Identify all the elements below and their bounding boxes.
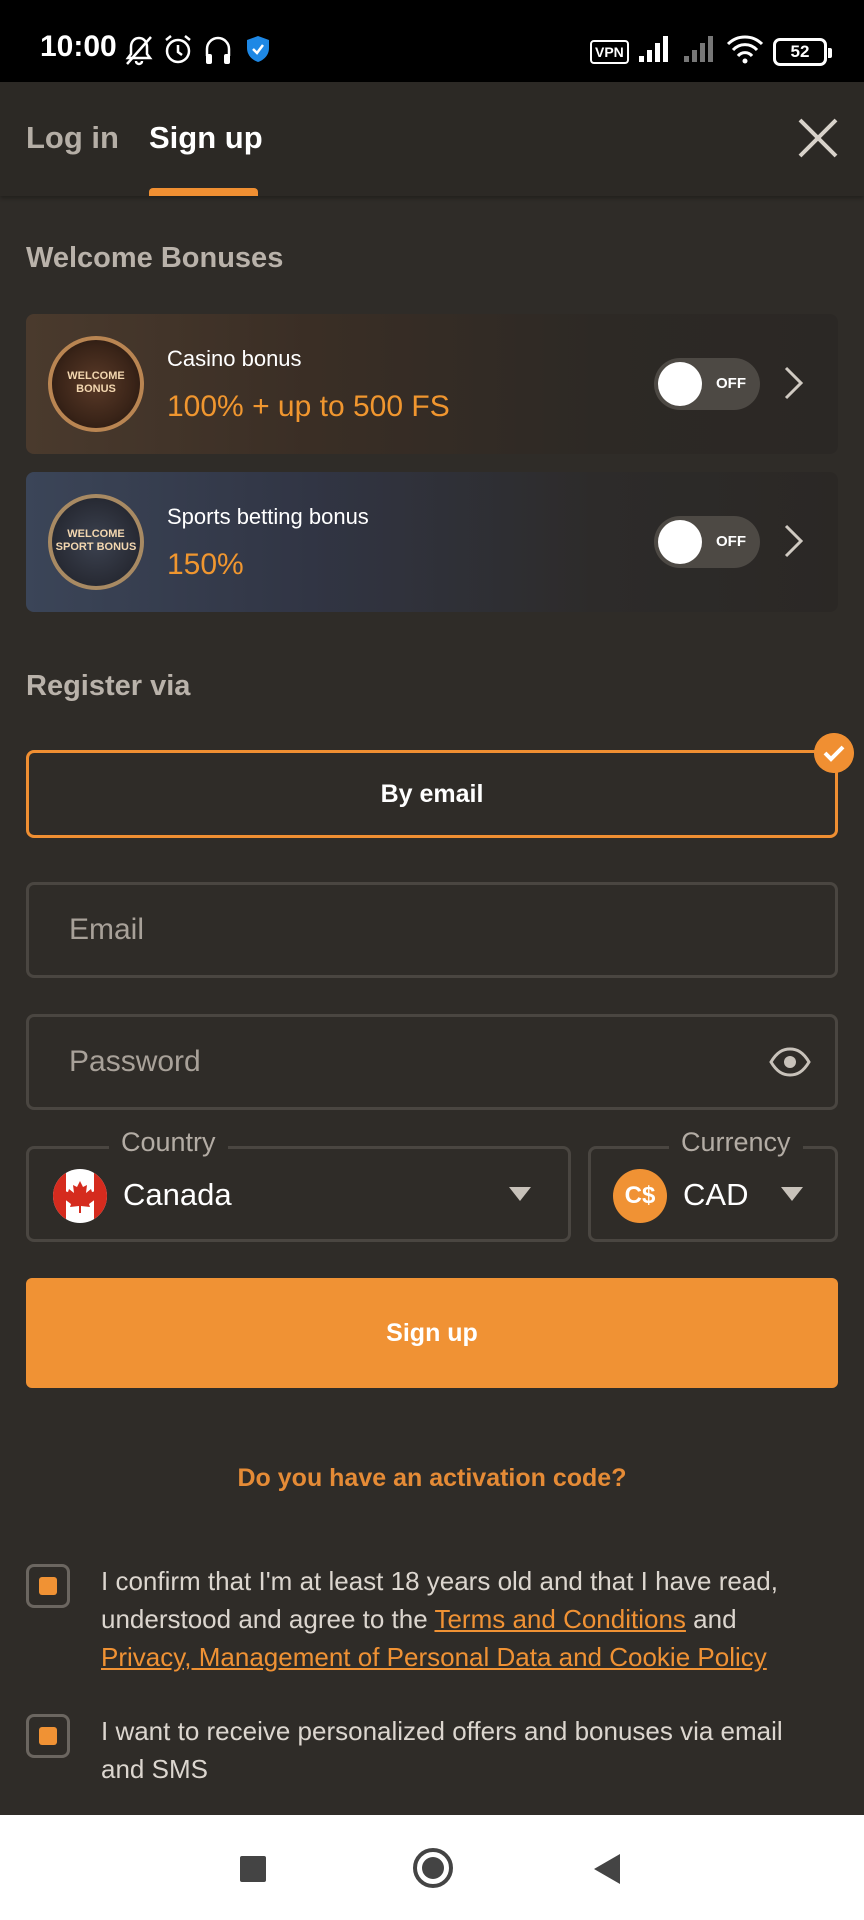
badge-text: WELCOME SPORT BONUS [55,528,137,553]
bell-off-icon [125,36,153,66]
currency-coin-icon: C$ [613,1169,667,1223]
canada-flag-icon [53,1169,107,1223]
chevron-right-icon[interactable] [782,522,806,560]
signal-off-icon [684,36,713,62]
currency-value: CAD [683,1177,749,1212]
status-time: 10:00 [40,30,117,63]
toggle-knob [658,520,702,564]
status-bar: 10:00 VPN 52 [0,0,864,82]
close-icon[interactable] [796,116,840,160]
sports-bonus-card[interactable]: WELCOME SPORT BONUS Sports betting bonus… [26,472,838,612]
casino-bonus-toggle[interactable]: OFF [654,358,760,410]
consent-text: and [685,1604,737,1634]
bonus-value: 150% [167,548,244,581]
email-field[interactable] [26,882,838,978]
sports-bonus-toggle[interactable]: OFF [654,516,760,568]
country-label: Country [109,1127,228,1158]
welcome-bonuses-title: Welcome Bonuses [26,242,284,274]
active-tab-indicator [149,188,258,196]
check-icon [814,733,854,773]
wifi-icon [726,35,764,64]
welcome-bonus-badge-icon: WELCOME BONUS [48,336,144,432]
casino-bonus-card[interactable]: WELCOME BONUS Casino bonus 100% + up to … [26,314,838,454]
toggle-state: OFF [716,375,746,392]
tab-login[interactable]: Log in [26,120,119,156]
bonus-label: Sports betting bonus [167,504,369,529]
toggle-state: OFF [716,533,746,550]
age-confirm-checkbox[interactable] [26,1564,70,1608]
offers-consent-text: I want to receive personalized offers an… [101,1716,783,1784]
password-field[interactable] [26,1014,838,1110]
shield-icon [247,36,269,62]
bonus-label: Casino bonus [167,346,302,371]
checkbox-checked-mark [39,1577,57,1595]
tab-signup[interactable]: Sign up [149,120,263,156]
chevron-down-icon [781,1187,803,1201]
checkbox-checked-mark [39,1727,57,1745]
home-icon[interactable] [413,1848,453,1888]
email-input[interactable] [69,885,749,975]
offers-consent-checkbox[interactable] [26,1714,70,1758]
register-via-title: Register via [26,670,191,702]
vpn-badge: VPN [590,40,629,64]
battery-indicator: 52 [773,38,832,66]
privacy-policy-link[interactable]: Privacy, Management of Personal Data and… [101,1642,767,1672]
signup-submit-button[interactable]: Sign up [26,1278,838,1388]
signal-icon [639,36,668,62]
activation-code-link[interactable]: Do you have an activation code? [0,1464,864,1493]
currency-label: Currency [669,1127,803,1158]
system-nav-bar [0,1815,864,1920]
headphones-icon [205,36,231,64]
recents-icon[interactable] [240,1856,266,1882]
alarm-icon [165,35,191,64]
country-select[interactable]: Country Canada [26,1127,571,1242]
chevron-right-icon[interactable] [782,364,806,402]
password-input[interactable] [69,1017,749,1107]
currency-select[interactable]: Currency C$ CAD [588,1127,838,1242]
country-value: Canada [123,1177,232,1212]
toggle-knob [658,362,702,406]
welcome-sport-bonus-badge-icon: WELCOME SPORT BONUS [48,494,144,590]
age-confirm-text: I confirm that I'm at least 18 years old… [101,1562,831,1676]
bonus-value: 100% + up to 500 FS [167,390,450,423]
eye-icon[interactable] [769,1045,811,1079]
terms-link[interactable]: Terms and Conditions [434,1604,685,1634]
chevron-down-icon [509,1187,531,1201]
register-method-email-button[interactable]: By email [26,750,838,838]
badge-text: WELCOME BONUS [67,370,125,395]
auth-header: Log in Sign up [0,82,864,196]
back-icon[interactable] [594,1854,620,1884]
